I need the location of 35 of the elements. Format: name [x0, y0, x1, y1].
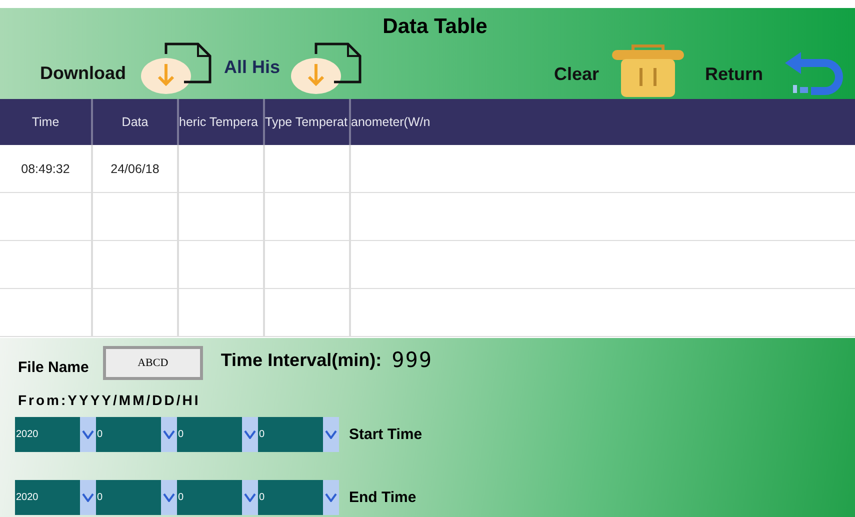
date-format-label: From:YYYY/MM/DD/HI [18, 392, 202, 408]
chevron-down-icon [82, 430, 94, 439]
dropdown[interactable]: 0 [96, 417, 177, 452]
chevron-down-icon [163, 493, 175, 502]
table-cell: 08:49:32 [21, 162, 70, 176]
column-header: heric Tempera [179, 99, 265, 145]
all-history-label: All His [224, 56, 280, 78]
dropdown[interactable]: 2020 [15, 417, 96, 452]
screen-title: Data Table [382, 14, 488, 39]
table-cell: 24/06/18 [110, 162, 160, 176]
return-label: Return [705, 64, 763, 84]
chevron-down-icon [325, 493, 337, 502]
dropdown[interactable]: 0 [96, 480, 177, 515]
dropdown[interactable]: 0 [177, 480, 258, 515]
chevron-down-icon [325, 430, 337, 439]
dropdown[interactable]: 2020 [15, 480, 96, 515]
interval-label: Time Interval(min): [220, 350, 382, 370]
chevron-down-icon [82, 493, 94, 502]
range-label: Start Time [349, 426, 422, 443]
dropdown[interactable]: 0 [177, 417, 258, 452]
chevron-down-icon [163, 430, 175, 439]
column-header: anometer(W/n [351, 114, 432, 131]
chevron-down-icon [244, 430, 256, 439]
interval-value: 999 [392, 348, 433, 372]
column-header: Time [0, 99, 93, 145]
file-name-field[interactable]: ABCD [102, 346, 203, 380]
range-label: End Time [349, 489, 416, 506]
clear-label: Clear [554, 64, 599, 84]
file-name-label: File Name [18, 358, 89, 376]
chevron-down-icon [244, 493, 256, 502]
dropdown[interactable]: 0 [258, 417, 339, 452]
column-header: Type Temperat [265, 99, 351, 145]
column-header: Data [93, 99, 179, 145]
download-label: Download [40, 62, 126, 84]
dropdown[interactable]: 0 [258, 480, 339, 515]
